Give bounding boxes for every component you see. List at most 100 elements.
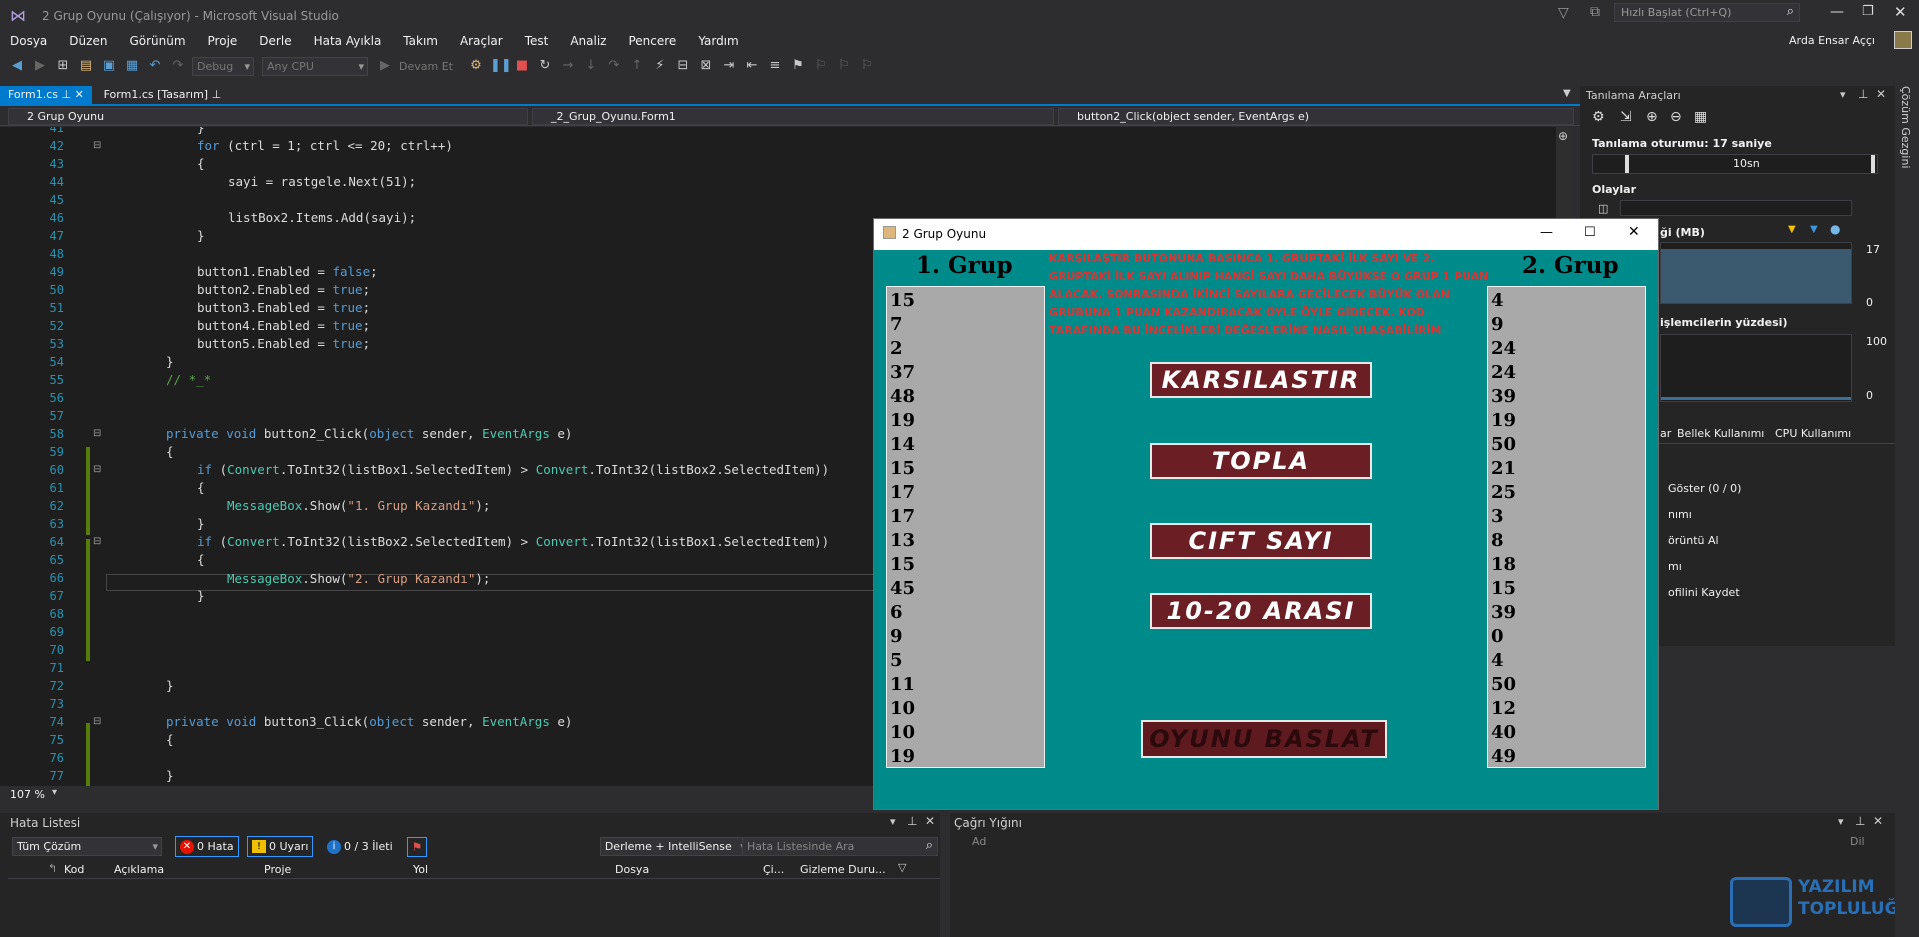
column-header[interactable]: Dosya [615, 863, 649, 876]
settings-icon[interactable]: ⚙ [1592, 109, 1605, 125]
diag-item[interactable]: ofilini Kaydet [1668, 586, 1740, 599]
collapse-icon[interactable]: ⊟ [93, 536, 101, 547]
menu-derle[interactable]: Derle [259, 34, 291, 48]
range-10-20-button[interactable]: 10-20 ARASI [1150, 593, 1372, 629]
collapse-icon[interactable]: ⊟ [93, 428, 101, 439]
collapse-icon[interactable]: ⊟ [93, 464, 101, 475]
split-icon[interactable]: ⊕ [1558, 129, 1568, 143]
panel-dropdown-icon[interactable]: ▾ [890, 815, 896, 828]
timeline-ruler[interactable]: 10sn [1592, 154, 1878, 174]
warnings-filter[interactable]: ! 0 Uyarı [247, 836, 314, 857]
list-item[interactable]: 15 [1491, 577, 1645, 601]
menu-analiz[interactable]: Analiz [570, 34, 606, 48]
back-icon[interactable]: ◀ [8, 58, 26, 74]
list-item[interactable]: 19 [890, 409, 1044, 433]
avatar[interactable] [1894, 31, 1912, 49]
list-item[interactable]: 14 [890, 433, 1044, 457]
step-over-icon[interactable]: ↷ [605, 58, 623, 74]
list-item[interactable]: 5 [890, 649, 1044, 673]
column-header[interactable]: Çi... [763, 863, 784, 876]
maximize-button[interactable]: ☐ [1584, 225, 1596, 240]
forward-icon[interactable]: ▶ [31, 58, 49, 74]
collapse-icon[interactable]: ⊟ [93, 140, 101, 151]
close-button[interactable]: ✕ [1894, 3, 1907, 21]
tab-form1-cs[interactable]: Form1.cs ⊥ ✕ [0, 86, 92, 104]
process-icon[interactable]: ⚙ [467, 58, 485, 74]
close-icon[interactable]: ✕ [1873, 814, 1883, 828]
list-item[interactable]: 17 [890, 481, 1044, 505]
pin-icon[interactable]: ⊥ [61, 88, 71, 101]
list-item[interactable]: 24 [1491, 337, 1645, 361]
column-header[interactable]: Yol [413, 863, 428, 876]
list-item[interactable]: 4 [1491, 649, 1645, 673]
tab-memory-usage[interactable]: Bellek Kullanımı [1677, 427, 1764, 440]
start-game-button[interactable]: OYUNU BASLAT [1141, 720, 1387, 758]
menu-hata-ayikla[interactable]: Hata Ayıkla [314, 34, 382, 48]
list-item[interactable]: 13 [890, 529, 1044, 553]
scope-dropdown[interactable]: Tüm Çözüm [12, 837, 162, 856]
panel-dropdown-icon[interactable]: ▾ [1840, 88, 1846, 101]
pin-icon[interactable]: ⊥ [1858, 87, 1868, 101]
list-item[interactable]: 11 [890, 673, 1044, 697]
timeline-end-handle[interactable] [1871, 155, 1875, 173]
diag-item[interactable]: mı [1668, 560, 1682, 573]
save-all-icon[interactable]: ▦ [123, 58, 141, 74]
column-header[interactable]: Gizleme Duru... [800, 863, 886, 876]
tab-events[interactable]: ar [1660, 427, 1671, 440]
list-item[interactable]: 0 [1491, 625, 1645, 649]
list-item[interactable]: 25 [1491, 481, 1645, 505]
list-item[interactable]: 9 [1491, 313, 1645, 337]
pin-icon[interactable]: ⊥ [907, 814, 917, 828]
memory-header[interactable]: ği (MB) [1660, 226, 1705, 239]
tab-overflow-icon[interactable]: ▼ [1563, 88, 1571, 99]
even-number-button[interactable]: CIFT SAYI [1150, 523, 1372, 559]
tab-form1-design[interactable]: Form1.cs [Tasarım] ⊥ [96, 86, 230, 104]
menu-dosya[interactable]: Dosya [10, 34, 47, 48]
undo-icon[interactable]: ↶ [146, 58, 164, 74]
indent-icon[interactable]: ⇥ [720, 58, 738, 74]
list-item[interactable]: 19 [890, 745, 1044, 767]
restore-button[interactable]: ❐ [1862, 4, 1874, 19]
sum-button[interactable]: TOPLA [1150, 443, 1372, 479]
bookmark-icon[interactable]: ⚑ [789, 58, 807, 74]
continue-button[interactable]: Devam Et [399, 60, 453, 73]
restart-icon[interactable]: ↻ [536, 58, 554, 74]
menu-yardim[interactable]: Yardım [698, 34, 738, 48]
list-item[interactable]: 39 [1491, 385, 1645, 409]
sort-icon[interactable]: ↰ [48, 862, 57, 875]
step-into-icon[interactable]: ↓ [582, 58, 600, 74]
pause-icon[interactable]: ❚❚ [490, 58, 512, 74]
list-item[interactable]: 49 [1491, 745, 1645, 767]
diag-item[interactable]: nımı [1668, 508, 1692, 521]
list-item[interactable]: 7 [890, 313, 1044, 337]
step-out-icon[interactable]: ↑ [628, 58, 646, 74]
list-item[interactable]: 50 [1491, 673, 1645, 697]
member-dropdown[interactable]: button2_Click(object sender, EventArgs e… [1058, 108, 1574, 125]
zoom-in-icon[interactable]: ⊕ [1646, 109, 1658, 125]
list-item[interactable]: 37 [890, 361, 1044, 385]
group2-listbox[interactable]: 4 9 24 24 39 19 50 21 25 3 8 18 15 39 0 4 50 12 40 49 [1487, 286, 1646, 768]
user-name[interactable]: Arda Ensar Aççı [1789, 34, 1875, 47]
column-header[interactable]: Açıklama [114, 863, 164, 876]
pin-icon[interactable]: ⊥ [1855, 814, 1865, 828]
filter-icon[interactable]: ▽ [1558, 5, 1569, 21]
menu-duzen[interactable]: Düzen [69, 34, 107, 48]
close-icon[interactable]: ✕ [925, 814, 935, 828]
events-header[interactable]: Olaylar [1592, 183, 1636, 196]
list-item[interactable]: 19 [1491, 409, 1645, 433]
minimize-button[interactable]: — [1830, 4, 1844, 20]
list-item[interactable]: 17 [890, 505, 1044, 529]
list-item[interactable]: 2 [890, 337, 1044, 361]
list-item[interactable]: 10 [890, 721, 1044, 745]
events-toggle-icon[interactable]: ◫ [1598, 202, 1608, 215]
group1-listbox[interactable]: 15 7 2 37 48 19 14 15 17 17 13 15 45 6 9 5 11 10 10 19 [886, 286, 1045, 768]
collapse-icon[interactable]: ⊟ [93, 716, 101, 727]
messages-filter[interactable]: i 0 / 3 İleti [323, 836, 397, 857]
compare-button[interactable]: KARSILASTIR [1150, 362, 1372, 398]
column-filter-icon[interactable]: ▽ [898, 861, 906, 874]
align-icon[interactable]: ⊟ [674, 58, 692, 74]
list-item[interactable]: 15 [890, 289, 1044, 313]
tab-cpu-usage[interactable]: CPU Kullanımı [1775, 427, 1851, 440]
close-icon[interactable]: ✕ [75, 88, 84, 101]
error-search-input[interactable]: Hata Listesinde Ara ⌕ [742, 837, 938, 856]
